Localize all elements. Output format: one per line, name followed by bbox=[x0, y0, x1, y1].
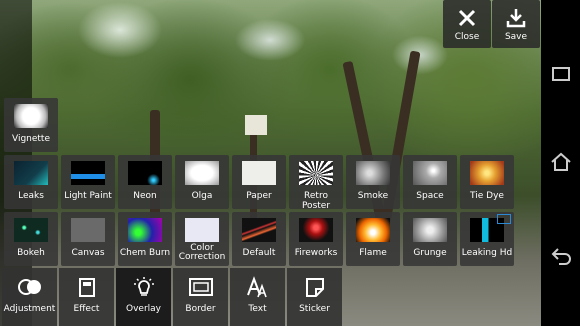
tile-label: Fireworks bbox=[294, 248, 338, 258]
adjustment-icon bbox=[17, 279, 41, 295]
home-icon[interactable] bbox=[549, 150, 573, 174]
tool-label: Effect bbox=[73, 304, 100, 314]
tile-label: Paper bbox=[246, 191, 272, 201]
tile-label: Canvas bbox=[71, 248, 105, 258]
close-button[interactable]: Close bbox=[443, 0, 491, 48]
hd-badge-icon bbox=[497, 214, 511, 224]
chem-burn-thumbnail bbox=[128, 218, 162, 242]
overlay-neon[interactable]: Neon bbox=[118, 155, 172, 209]
tile-label: Leaking Hd bbox=[461, 248, 513, 258]
tile-label: Grunge bbox=[413, 248, 447, 258]
overlay-bokeh[interactable]: Bokeh bbox=[4, 212, 58, 266]
color-correction-thumbnail bbox=[185, 218, 219, 242]
tile-label: Flame bbox=[359, 248, 387, 258]
neon-thumbnail bbox=[128, 161, 162, 185]
close-icon bbox=[458, 9, 476, 27]
effect-icon bbox=[78, 278, 95, 297]
canvas-thumbnail bbox=[71, 218, 105, 242]
overlay-olga[interactable]: Olga bbox=[175, 155, 229, 209]
tool-effect[interactable]: Effect bbox=[59, 268, 114, 326]
tile-label: Vignette bbox=[11, 134, 50, 144]
tool-label: Adjustment bbox=[3, 304, 56, 314]
overlay-space[interactable]: Space bbox=[403, 155, 457, 209]
tile-label: Olga bbox=[191, 191, 213, 201]
overlay-retro-poster[interactable]: Retro Poster bbox=[289, 155, 343, 209]
tile-label: Color Correction bbox=[178, 243, 226, 262]
tool-overlay[interactable]: Overlay bbox=[116, 268, 171, 326]
retro-poster-thumbnail bbox=[299, 161, 333, 185]
tool-label: Sticker bbox=[299, 304, 330, 314]
overlay-fireworks[interactable]: Fireworks bbox=[289, 212, 343, 266]
tile-label: Bokeh bbox=[17, 248, 45, 258]
tool-label: Overlay bbox=[126, 304, 161, 314]
overlay-smoke[interactable]: Smoke bbox=[346, 155, 400, 209]
overlay-color-correction[interactable]: Color Correction bbox=[175, 212, 229, 266]
grunge-thumbnail bbox=[413, 218, 447, 242]
tool-sticker[interactable]: Sticker bbox=[287, 268, 342, 326]
border-icon bbox=[188, 278, 213, 296]
system-nav-bar bbox=[541, 0, 580, 326]
olga-thumbnail bbox=[185, 161, 219, 185]
leaks-thumbnail bbox=[14, 161, 48, 185]
tie-dye-thumbnail bbox=[470, 161, 504, 185]
tool-text[interactable]: Text bbox=[230, 268, 285, 326]
overlay-icon bbox=[133, 277, 154, 296]
save-label: Save bbox=[504, 32, 528, 42]
vignette-thumbnail bbox=[14, 104, 48, 128]
photo-editor-screen: Close Save Vignette Leaks Light Paint Ne… bbox=[0, 0, 580, 326]
paper-thumbnail bbox=[242, 161, 276, 185]
overlay-light-paint[interactable]: Light Paint bbox=[61, 155, 115, 209]
overlay-leaking-hd[interactable]: Leaking Hd bbox=[460, 212, 514, 266]
tile-label: Default bbox=[242, 248, 276, 258]
overlay-tie-dye[interactable]: Tie Dye bbox=[460, 155, 514, 209]
overlay-paper[interactable]: Paper bbox=[232, 155, 286, 209]
tile-label: Neon bbox=[133, 191, 157, 201]
flame-thumbnail bbox=[356, 218, 390, 242]
overlay-leaks[interactable]: Leaks bbox=[4, 155, 58, 209]
tile-label: Light Paint bbox=[64, 191, 112, 201]
fireworks-thumbnail bbox=[299, 218, 333, 242]
space-thumbnail bbox=[413, 161, 447, 185]
save-button[interactable]: Save bbox=[492, 0, 540, 48]
overlay-category-vignette[interactable]: Vignette bbox=[4, 98, 58, 152]
sticker-icon bbox=[305, 278, 324, 297]
save-icon bbox=[506, 9, 526, 28]
close-label: Close bbox=[454, 32, 480, 42]
tile-label: Tie Dye bbox=[470, 191, 504, 201]
tile-label: Space bbox=[416, 191, 444, 201]
default-thumbnail bbox=[242, 218, 276, 242]
smoke-thumbnail bbox=[356, 161, 390, 185]
overlay-canvas[interactable]: Canvas bbox=[61, 212, 115, 266]
tile-label: Chem Burn bbox=[119, 248, 171, 258]
tool-label: Border bbox=[185, 304, 216, 314]
overlay-grunge[interactable]: Grunge bbox=[403, 212, 457, 266]
tile-label: Leaks bbox=[18, 191, 44, 201]
bokeh-thumbnail bbox=[14, 218, 48, 242]
tool-label: Text bbox=[248, 304, 267, 314]
overlay-default[interactable]: Default bbox=[232, 212, 286, 266]
tile-label: Smoke bbox=[357, 191, 389, 201]
recent-apps-icon[interactable] bbox=[549, 62, 573, 86]
overlay-flame[interactable]: Flame bbox=[346, 212, 400, 266]
tool-border[interactable]: Border bbox=[173, 268, 228, 326]
overlay-chem-burn[interactable]: Chem Burn bbox=[118, 212, 172, 266]
light-paint-thumbnail bbox=[71, 161, 105, 185]
tile-label: Retro Poster bbox=[301, 191, 331, 209]
tool-adjustment[interactable]: Adjustment bbox=[2, 268, 57, 326]
back-icon[interactable] bbox=[549, 243, 573, 267]
text-icon bbox=[246, 276, 267, 298]
